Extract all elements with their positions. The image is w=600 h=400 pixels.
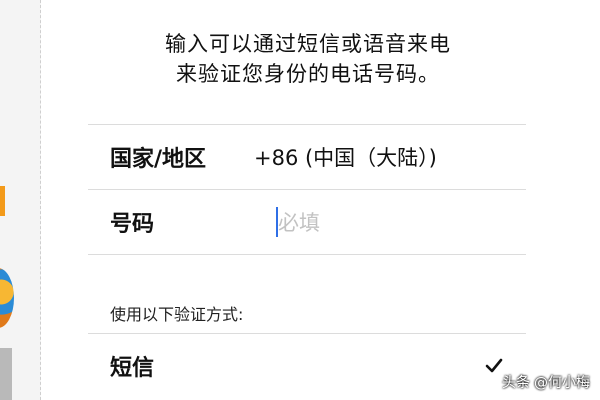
watermark-author: @何小梅 bbox=[534, 375, 590, 391]
text-cursor bbox=[276, 207, 278, 237]
sms-option-label: 短信 bbox=[110, 356, 155, 381]
intro-text: 输入可以通过短信或语音来电 来验证您身份的电话号码。 bbox=[88, 29, 528, 89]
country-region-value[interactable]: +86 (中国（大陆）) bbox=[254, 142, 437, 172]
watermark-source: 头条 bbox=[502, 375, 530, 391]
background-window-strip bbox=[0, 0, 41, 400]
intro-line-2: 来验证您身份的电话号码。 bbox=[176, 62, 440, 86]
verification-method-heading: 使用以下验证方式: bbox=[110, 305, 244, 324]
phone-form: 国家/地区 +86 (中国（大陆）) 号码 bbox=[88, 124, 526, 255]
phone-number-input[interactable] bbox=[276, 206, 500, 240]
phone-number-label: 号码 bbox=[110, 212, 155, 237]
country-region-row[interactable]: 国家/地区 +86 (中国（大陆）) bbox=[88, 124, 526, 189]
cut-off-title: — — — bbox=[200, 0, 400, 11]
phone-number-row[interactable]: 号码 bbox=[88, 189, 526, 255]
background-artwork-fragment bbox=[0, 268, 14, 328]
watermark: 头条 @何小梅 bbox=[502, 372, 590, 392]
intro-line-1: 输入可以通过短信或语音来电 bbox=[165, 32, 451, 56]
verification-option-sms[interactable]: 短信 bbox=[88, 333, 526, 400]
background-artwork-fragment bbox=[0, 348, 12, 400]
background-artwork-fragment bbox=[0, 186, 5, 216]
country-region-label: 国家/地区 bbox=[110, 147, 207, 172]
checkmark-icon bbox=[485, 358, 503, 373]
